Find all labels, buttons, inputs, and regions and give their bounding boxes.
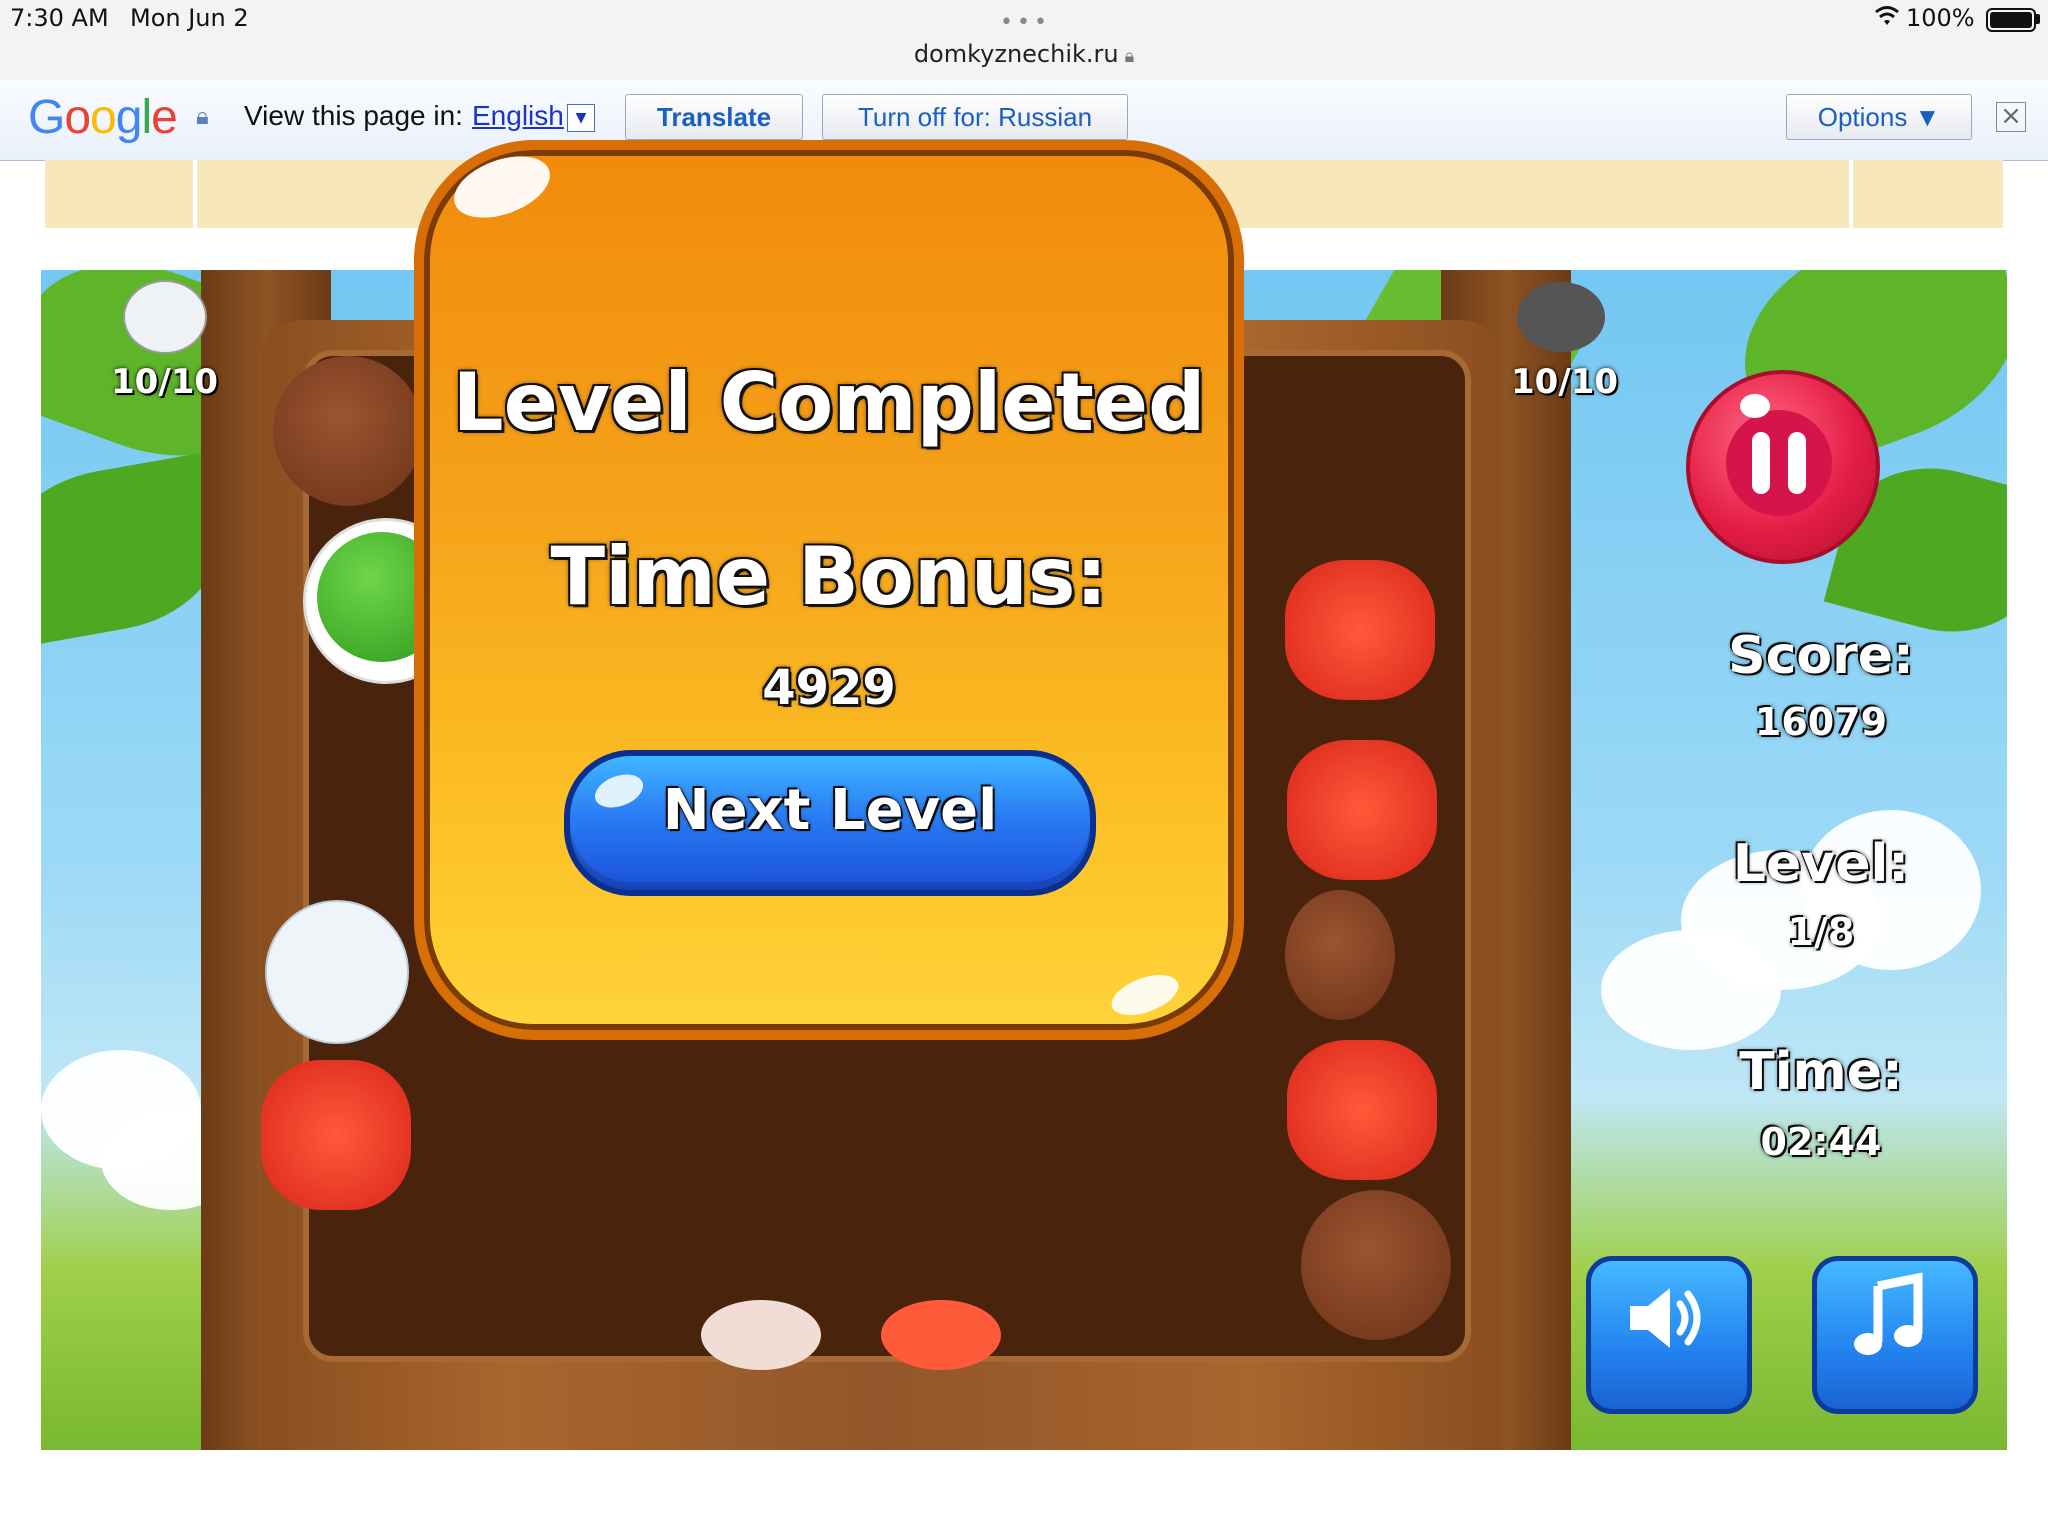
boar-piece[interactable] xyxy=(273,356,423,506)
score-value: 16079 xyxy=(1754,700,1888,744)
time-label: Time: xyxy=(1739,1042,1903,1102)
bunny-counter-icon xyxy=(123,280,207,354)
fox-piece[interactable] xyxy=(881,1300,1001,1370)
url-text: domkyznechik.ru xyxy=(913,40,1119,68)
language-select[interactable]: English xyxy=(472,100,564,132)
close-icon[interactable]: × xyxy=(1996,102,2026,132)
fox-piece[interactable] xyxy=(701,1300,821,1370)
level-label: Level: xyxy=(1732,834,1910,894)
options-button[interactable]: Options ▼ xyxy=(1786,94,1972,140)
lock-icon: 🔒︎ xyxy=(196,102,209,130)
boar-piece[interactable] xyxy=(1301,1190,1451,1340)
time-bonus-value: 4929 xyxy=(762,660,896,716)
battery-tip xyxy=(2036,14,2040,24)
pause-icon xyxy=(1726,410,1832,516)
speaker-icon xyxy=(1586,1270,1742,1387)
fox-piece[interactable] xyxy=(1285,560,1435,700)
boar-piece[interactable] xyxy=(1285,890,1395,1020)
address-bar[interactable]: domkyznechik.ru 🔒︎ xyxy=(0,40,2048,68)
left-counter: 10/10 xyxy=(111,362,219,402)
status-date: Mon Jun 2 xyxy=(130,4,249,32)
translate-button[interactable]: Translate xyxy=(625,94,803,140)
banner-divider xyxy=(1849,160,1853,228)
google-logo: Google xyxy=(28,91,178,144)
fox-piece[interactable] xyxy=(1287,740,1437,880)
fox-piece[interactable] xyxy=(1287,1040,1437,1180)
status-time: 7:30 AM xyxy=(10,4,109,32)
next-level-label: Next Level xyxy=(662,778,998,843)
dialog-title: Level Completed xyxy=(452,356,1206,449)
turn-off-button[interactable]: Turn off for: Russian xyxy=(822,94,1128,140)
banner-divider xyxy=(193,160,197,228)
level-value: 1/8 xyxy=(1787,910,1855,954)
wifi-icon xyxy=(1874,4,1900,34)
view-page-label: View this page in: xyxy=(244,100,463,131)
fox-piece[interactable] xyxy=(261,1060,411,1210)
right-counter: 10/10 xyxy=(1511,362,1619,402)
pause-bar xyxy=(1788,432,1806,494)
battery-percent: 100% xyxy=(1906,4,1975,32)
status-bar: 7:30 AM Mon Jun 2 ••• domkyznechik.ru 🔒︎ … xyxy=(0,0,2048,80)
battery-icon xyxy=(1986,8,2036,32)
time-value: 02:44 xyxy=(1760,1120,1882,1164)
score-label: Score: xyxy=(1728,626,1914,686)
more-dots-icon[interactable]: ••• xyxy=(1000,10,1051,35)
language-dropdown-icon[interactable]: ▼ xyxy=(567,104,595,132)
bunny-piece[interactable] xyxy=(265,900,409,1044)
gloss xyxy=(1740,394,1770,418)
music-note-icon xyxy=(1812,1270,1968,1387)
time-bonus-label: Time Bonus: xyxy=(550,530,1108,623)
lock-icon: 🔒︎ xyxy=(1124,46,1135,67)
boar-counter-icon xyxy=(1517,282,1605,352)
pause-bar xyxy=(1752,432,1770,494)
